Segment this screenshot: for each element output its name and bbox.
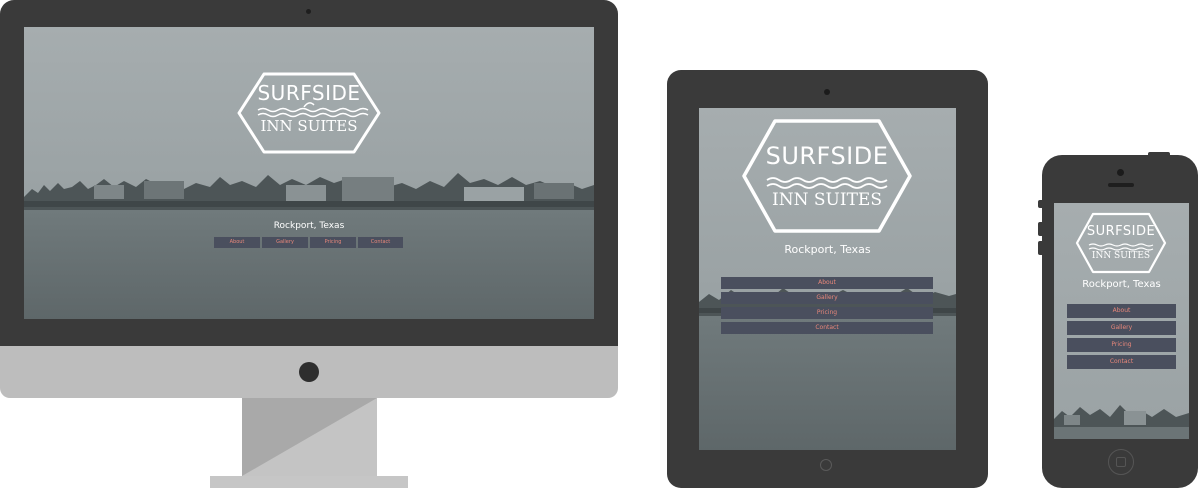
nav-pricing-button[interactable]: Pricing <box>1067 338 1176 352</box>
nav-contact-button[interactable]: Contact <box>358 237 403 248</box>
nav-about-button[interactable]: About <box>214 237 260 248</box>
logo-line1: SURFSIDE <box>1086 224 1156 239</box>
site-logo[interactable]: SURFSIDE INN SUITES <box>236 71 382 155</box>
location-heading: Rockport, Texas <box>784 243 871 256</box>
location-heading: Rockport, Texas <box>273 221 345 231</box>
desktop-screen: SURFSIDE INN SUITES Rockport, Texas Abou… <box>24 27 594 319</box>
nav-contact-button[interactable]: Contact <box>721 322 933 334</box>
logo-line2: INN SUITES <box>260 117 358 135</box>
monitor-stand-neck <box>242 398 377 476</box>
phone-camera-icon <box>1117 169 1124 176</box>
logo-line1: SURFSIDE <box>257 81 361 105</box>
monitor-camera-icon <box>306 9 311 14</box>
logo-line1: SURFSIDE <box>765 142 889 170</box>
tablet-home-button-icon <box>820 459 832 471</box>
monitor-stand-base <box>210 476 408 488</box>
phone-home-square-icon <box>1116 457 1126 467</box>
nav-about-button[interactable]: About <box>721 277 933 289</box>
nav-contact-button[interactable]: Contact <box>1067 355 1176 369</box>
nav-gallery-button[interactable]: Gallery <box>262 237 308 248</box>
phone-screen: SURFSIDE INN SUITES Rockport, Texas Abou… <box>1054 203 1189 439</box>
nav-gallery-button[interactable]: Gallery <box>1067 321 1176 335</box>
phone-speaker <box>1108 183 1134 187</box>
logo-badge-outline <box>1075 212 1167 274</box>
tablet-screen: SURFSIDE INN SUITES Rockport, Texas Abou… <box>699 108 956 450</box>
monitor-power-button <box>299 362 319 382</box>
logo-badge-outline <box>742 119 912 233</box>
location-heading: Rockport, Texas <box>1082 279 1161 290</box>
shoreline-image <box>24 167 594 215</box>
tablet-camera-icon <box>824 89 830 95</box>
nav-gallery-button[interactable]: Gallery <box>721 292 933 304</box>
logo-line2: INN SUITES <box>1091 251 1151 261</box>
site-logo[interactable]: SURFSIDE INN SUITES <box>1075 212 1167 274</box>
nav-pricing-button[interactable]: Pricing <box>721 307 933 319</box>
shoreline-image <box>1054 401 1189 439</box>
site-logo[interactable]: SURFSIDE INN SUITES <box>741 118 913 234</box>
water-background <box>699 316 956 450</box>
logo-line2: INN SUITES <box>772 190 882 210</box>
nav-pricing-button[interactable]: Pricing <box>310 237 356 248</box>
nav-about-button[interactable]: About <box>1067 304 1176 318</box>
